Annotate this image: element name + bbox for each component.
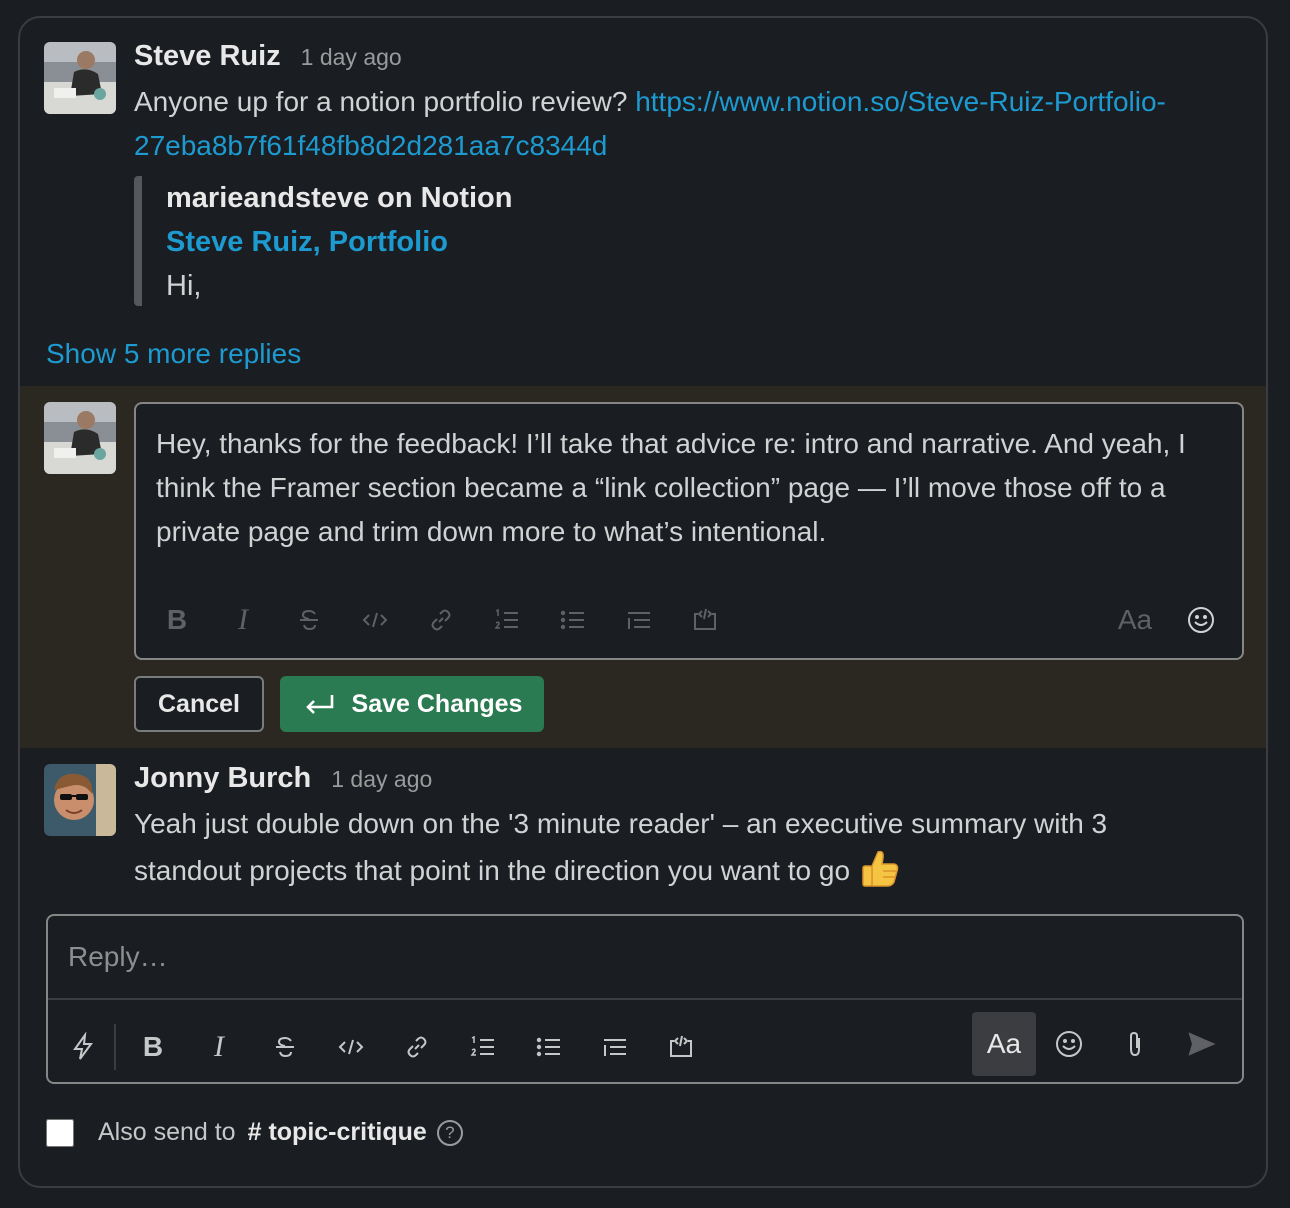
edit-message-area: Hey, thanks for the feedback! I’ll take … (20, 386, 1266, 748)
save-changes-button[interactable]: Save Changes (280, 676, 544, 732)
blockquote-icon[interactable] (606, 600, 672, 640)
timestamp[interactable]: 1 day ago (301, 44, 402, 71)
reply-input[interactable] (48, 916, 1242, 1000)
code-block-icon[interactable] (648, 1027, 714, 1067)
link-unfurl: marieandsteve on Notion Steve Ruiz, Port… (134, 176, 512, 306)
formatting-toggle-button[interactable]: Aa (972, 1012, 1036, 1076)
enter-icon (305, 695, 333, 714)
code-icon[interactable] (342, 600, 408, 640)
message-text: Anyone up for a notion portfolio review? (134, 86, 628, 117)
edit-message-box[interactable]: Hey, thanks for the feedback! I’ll take … (134, 402, 1244, 660)
blockquote-icon[interactable] (582, 1027, 648, 1067)
emoji-icon[interactable] (1036, 1024, 1102, 1064)
avatar-jonny-burch[interactable] (44, 764, 116, 836)
timestamp[interactable]: 1 day ago (331, 766, 432, 793)
show-more-replies-link[interactable]: Show 5 more replies (46, 338, 301, 370)
bulleted-list-icon[interactable] (540, 600, 606, 640)
toolbar-divider (114, 1024, 116, 1070)
emoji-icon[interactable] (1168, 600, 1234, 640)
strikethrough-icon[interactable] (276, 600, 342, 640)
avatar-steve-ruiz[interactable] (44, 402, 116, 474)
message-header: Steve Ruiz 1 day ago (134, 40, 402, 73)
also-send-row: Also send to # topic-critique ? (46, 1118, 463, 1147)
edit-message-text[interactable]: Hey, thanks for the feedback! I’ll take … (156, 422, 1226, 554)
attachment-paperclip-icon[interactable] (1102, 1024, 1168, 1064)
save-changes-label: Save Changes (351, 689, 523, 718)
ordered-list-icon[interactable] (450, 1027, 516, 1067)
unfurl-service: marieandsteve on Notion (166, 182, 513, 214)
also-send-label: Also send to (98, 1118, 236, 1146)
reply-format-toolbar: B I (56, 1022, 714, 1072)
channel-name[interactable]: # topic-critique (248, 1118, 427, 1147)
code-block-icon[interactable] (672, 600, 738, 640)
reply-composer: B I Aa (46, 914, 1244, 1084)
author-name[interactable]: Jonny Burch (134, 762, 311, 795)
link-icon[interactable] (384, 1027, 450, 1067)
link-icon[interactable] (408, 600, 474, 640)
italic-button[interactable]: I (186, 1027, 252, 1067)
message-body: Yeah just double down on the '3 minute r… (134, 802, 1214, 893)
formatting-toggle-button[interactable]: Aa (1102, 600, 1168, 640)
shortcuts-lightning-icon[interactable] (56, 1027, 110, 1067)
bold-button[interactable]: B (120, 1027, 186, 1067)
reply-extra-toolbar: Aa (972, 1012, 1234, 1076)
also-send-checkbox[interactable] (46, 1118, 74, 1147)
channel-label: topic-critique (268, 1118, 427, 1146)
bulleted-list-icon[interactable] (516, 1027, 582, 1067)
edit-format-toolbar: B I (144, 600, 738, 640)
unfurl-title[interactable]: Steve Ruiz, Portfolio (166, 220, 512, 264)
channel-hash: # (247, 1118, 262, 1146)
thread-panel: Steve Ruiz 1 day ago Anyone up for a not… (18, 16, 1268, 1188)
ordered-list-icon[interactable] (474, 600, 540, 640)
message-header: Jonny Burch 1 day ago (134, 762, 432, 795)
italic-button[interactable]: I (210, 600, 276, 640)
avatar-steve-ruiz[interactable] (44, 42, 116, 114)
unfurl-description: Hi, (166, 270, 202, 302)
code-icon[interactable] (318, 1027, 384, 1067)
strikethrough-icon[interactable] (252, 1027, 318, 1067)
thumbs-up-icon[interactable] (858, 846, 902, 890)
message-body: Anyone up for a notion portfolio review?… (134, 80, 1194, 168)
message-text: Yeah just double down on the '3 minute r… (134, 808, 1108, 886)
help-icon[interactable]: ? (436, 1119, 463, 1146)
author-name[interactable]: Steve Ruiz (134, 40, 281, 73)
edit-extra-toolbar: Aa (1102, 600, 1234, 640)
cancel-button[interactable]: Cancel (134, 676, 264, 732)
send-icon[interactable] (1168, 1024, 1234, 1064)
bold-button[interactable]: B (144, 600, 210, 640)
